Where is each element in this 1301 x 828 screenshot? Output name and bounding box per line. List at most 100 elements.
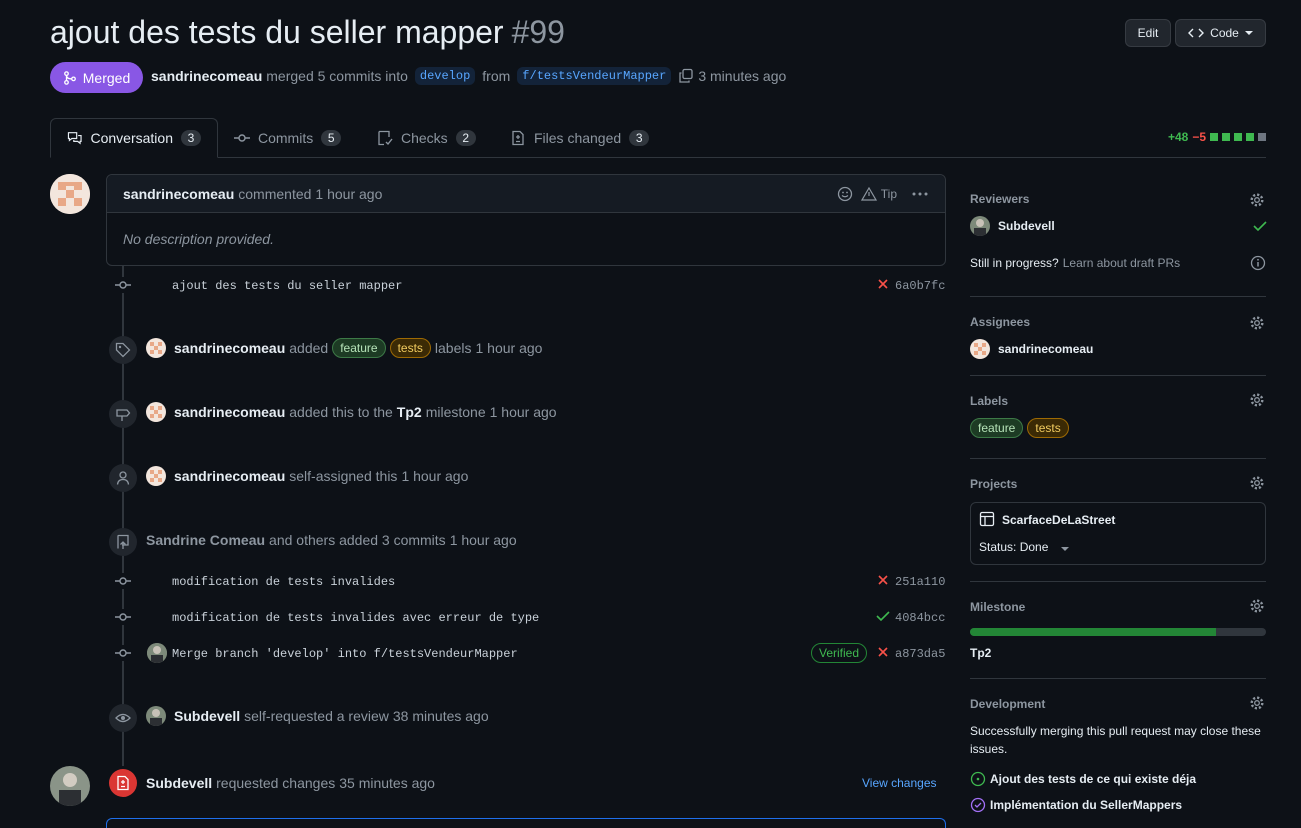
base-branch[interactable]: develop [414, 67, 476, 85]
pr-number: #99 [511, 14, 565, 50]
verified-badge[interactable]: Verified [811, 643, 868, 663]
avatar[interactable] [146, 402, 166, 422]
sidebar-divider [970, 581, 1266, 582]
x-fail-icon[interactable] [877, 646, 889, 658]
check-pass-icon[interactable] [876, 610, 890, 622]
merged-status-label: Merged [82, 69, 131, 86]
commit-icon [115, 577, 131, 585]
project-card[interactable]: ScarfaceDeLaStreet Status: Done [970, 502, 1266, 565]
draft-link[interactable]: Learn about draft PRs [1063, 256, 1180, 270]
gear-icon[interactable] [1249, 392, 1265, 408]
event-user[interactable]: Subdevell [174, 708, 240, 724]
milestone-event: sandrinecomeau added this to the Tp2 mil… [146, 402, 557, 422]
avatar[interactable] [147, 643, 167, 663]
tab-checks[interactable]: Checks 2 [361, 118, 492, 158]
tab-conversation[interactable]: Conversation 3 [50, 118, 218, 158]
commit-icon [115, 281, 131, 289]
label-feature[interactable]: feature [970, 418, 1024, 438]
event-time[interactable]: 35 minutes ago [339, 775, 435, 791]
tip-label[interactable]: Tip [881, 187, 897, 201]
commit-sha[interactable]: 251a110 [895, 575, 945, 589]
from-text: from [482, 68, 511, 84]
event-time[interactable]: 1 hour ago [476, 340, 543, 356]
reviewer-row[interactable]: Subdevell [970, 216, 1055, 236]
commit-sha[interactable]: a873da5 [895, 647, 945, 661]
event-user[interactable]: sandrinecomeau [174, 404, 285, 420]
tab-files-changed-count: 3 [629, 130, 650, 146]
event-user[interactable]: sandrinecomeau [174, 340, 285, 356]
info-icon[interactable] [1250, 255, 1266, 271]
merge-icon [63, 70, 76, 85]
gear-icon[interactable] [1249, 315, 1265, 331]
gear-icon[interactable] [1249, 598, 1265, 614]
commit-message[interactable]: modification de tests invalides avec err… [172, 611, 539, 625]
comment-author[interactable]: sandrinecomeau [123, 186, 234, 202]
event-text: added [289, 340, 329, 356]
project-status[interactable]: Status: Done [979, 540, 1048, 554]
project-name[interactable]: ScarfaceDeLaStreet [1002, 513, 1115, 527]
avatar[interactable] [146, 706, 166, 726]
pr-author-link[interactable]: sandrinecomeau [151, 68, 262, 84]
linked-issue[interactable]: Implémentation du SellerMappers [970, 796, 1182, 814]
event-time[interactable]: 38 minutes ago [393, 708, 489, 724]
event-time[interactable]: 1 hour ago [490, 404, 557, 420]
avatar [970, 339, 990, 359]
x-fail-icon[interactable] [877, 574, 889, 586]
repo-push-icon [117, 534, 129, 549]
person-icon [116, 471, 130, 485]
milestone-progress-fill [970, 628, 1216, 636]
assignee-name[interactable]: sandrinecomeau [998, 342, 1093, 356]
commit-message[interactable]: modification de tests invalides [172, 575, 395, 589]
label-feature[interactable]: feature [332, 338, 386, 358]
check-approved-icon [1253, 221, 1267, 232]
avatar[interactable] [50, 174, 90, 214]
event-user[interactable]: Subdevell [146, 775, 212, 791]
caret-down-icon[interactable] [1061, 545, 1069, 553]
reviewer-name[interactable]: Subdevell [998, 219, 1055, 233]
commits-added-event: Sandrine Comeau and others added 3 commi… [146, 530, 517, 550]
event-text: added this to the [289, 404, 393, 420]
commit-message[interactable]: ajout des tests du seller mapper [172, 279, 402, 293]
avatar[interactable] [50, 766, 90, 806]
avatar[interactable] [146, 338, 166, 358]
linked-issue-title[interactable]: Implémentation du SellerMappers [990, 798, 1182, 812]
event-time[interactable]: 1 hour ago [450, 532, 517, 548]
label-tests[interactable]: tests [1027, 418, 1069, 438]
view-changes-link[interactable]: View changes [862, 776, 937, 790]
head-branch[interactable]: f/testsVendeurMapper [517, 67, 672, 85]
event-time[interactable]: 1 hour ago [401, 468, 468, 484]
tab-files-changed[interactable]: Files changed 3 [494, 118, 665, 158]
copy-icon[interactable] [678, 68, 694, 84]
label-tests[interactable]: tests [389, 338, 431, 358]
merge-text: merged 5 commits into [266, 68, 408, 84]
commit-sha[interactable]: 6a0b7fc [895, 279, 945, 293]
comment-action: commented [238, 185, 312, 202]
linked-issue-title[interactable]: Ajout des tests de ce qui existe déja [990, 772, 1196, 786]
projects-heading: Projects [970, 477, 1018, 491]
smiley-icon[interactable] [837, 186, 853, 202]
gear-icon[interactable] [1249, 695, 1265, 711]
linked-issue[interactable]: Ajout des tests de ce qui existe déja [970, 770, 1196, 788]
commit-sha[interactable]: 4084bcc [895, 611, 945, 625]
edit-button[interactable]: Edit [1125, 19, 1171, 47]
comment-time[interactable]: 1 hour ago [315, 186, 382, 202]
milestone-name[interactable]: Tp2 [970, 646, 991, 660]
event-user[interactable]: sandrinecomeau [174, 468, 285, 484]
comment-header: sandrinecomeau commented 1 hour ago Tip [107, 175, 945, 213]
review-box [106, 818, 946, 828]
avatar[interactable] [146, 466, 166, 486]
identicon-avatar [146, 466, 166, 486]
merge-time: 3 minutes ago [698, 68, 787, 84]
code-button[interactable]: Code [1175, 19, 1266, 47]
event-user[interactable]: Sandrine Comeau [146, 532, 265, 548]
gear-icon[interactable] [1249, 192, 1265, 208]
commit-message[interactable]: Merge branch 'develop' into f/testsVende… [172, 647, 518, 661]
identicon-avatar [146, 402, 166, 422]
milestone-link[interactable]: Tp2 [397, 404, 422, 420]
gear-icon[interactable] [1249, 475, 1265, 491]
assignee-row[interactable]: sandrinecomeau [970, 339, 1093, 359]
kebab-menu-icon[interactable] [911, 186, 929, 202]
commit-dot-icon [115, 645, 131, 661]
x-fail-icon[interactable] [877, 278, 889, 290]
tab-commits[interactable]: Commits 5 [218, 118, 357, 158]
